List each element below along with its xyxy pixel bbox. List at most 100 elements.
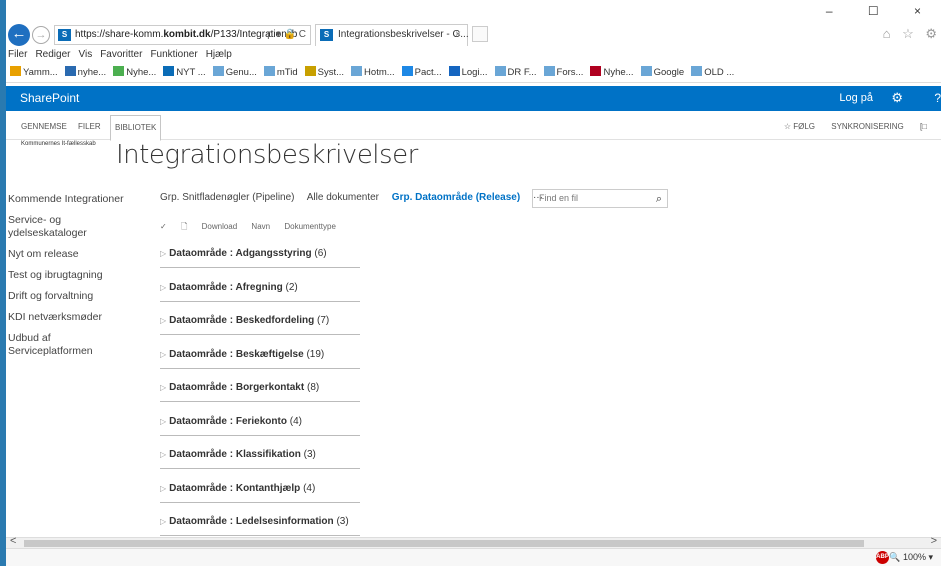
column-download[interactable]: Download: [202, 222, 238, 231]
group-header[interactable]: ▷ Dataområde : Feriekonto (4): [160, 416, 360, 427]
expand-arrow-icon[interactable]: ▷: [160, 450, 166, 459]
view-pipeline[interactable]: Grp. Snitfladenøgler (Pipeline): [160, 192, 295, 203]
favorite-link[interactable]: Pact...: [401, 66, 442, 78]
expand-arrow-icon[interactable]: ▷: [160, 517, 166, 526]
group-row[interactable]: ▷ Dataområde : Afregning (2): [160, 282, 360, 316]
group-row[interactable]: ▷ Dataområde : Feriekonto (4): [160, 416, 360, 450]
nav-item[interactable]: Kommende Integrationer: [6, 193, 136, 206]
tab-filer[interactable]: FILER: [78, 122, 101, 131]
forward-arrow-icon[interactable]: →: [32, 26, 50, 44]
favorite-link[interactable]: nyhe...: [64, 66, 106, 78]
favorite-link[interactable]: OLD ...: [691, 66, 734, 78]
menu-bar: Filer Rediger Vis Favoritter Funktioner Hjælp: [6, 46, 941, 63]
scroll-thumb[interactable]: [24, 540, 864, 547]
group-divider: [160, 434, 360, 436]
horizontal-scrollbar[interactable]: < >: [6, 535, 941, 548]
group-header[interactable]: ▷ Dataområde : Kontanthjælp (4): [160, 483, 360, 494]
address-bar[interactable]: S https://share-komm.kombit.dk/P133/Inte…: [54, 25, 311, 45]
follow-button[interactable]: ☆ FØLG: [784, 122, 815, 131]
sharepoint-brand[interactable]: SharePoint: [20, 91, 79, 105]
scroll-left-icon[interactable]: <: [10, 535, 16, 547]
group-header[interactable]: ▷ Dataområde : Beskæftigelse (19): [160, 349, 360, 360]
favorite-icon: [10, 66, 21, 76]
favorite-link[interactable]: Nyhe...: [113, 66, 156, 78]
expand-arrow-icon[interactable]: ▷: [160, 484, 166, 493]
login-link[interactable]: Log på: [839, 92, 873, 104]
group-header[interactable]: ▷ Dataområde : Afregning (2): [160, 282, 360, 293]
column-doc-type[interactable]: Dokumenttype: [284, 222, 336, 231]
search-icon[interactable]: ⌕: [656, 191, 662, 208]
nav-item[interactable]: Service- og ydelseskataloger: [6, 214, 136, 240]
group-row[interactable]: ▷ Dataområde : Borgerkontakt (8): [160, 382, 360, 416]
group-row[interactable]: ▷ Dataområde : Beskæftigelse (19): [160, 349, 360, 383]
tab-gennemse[interactable]: GENNEMSE: [21, 122, 67, 131]
favorite-link[interactable]: Nyhe...: [590, 66, 634, 78]
group-header[interactable]: ▷ Dataområde : Beskedfordeling (7): [160, 315, 360, 326]
site-name[interactable]: Kommunernes It-fællesskab: [21, 141, 96, 147]
group-title: Dataområde : Kontanthjælp: [169, 483, 300, 494]
favorite-link[interactable]: Google: [640, 66, 684, 78]
select-all-check-icon[interactable]: ✓: [160, 222, 167, 231]
favorite-link[interactable]: Yamm...: [10, 66, 58, 78]
column-headers: ✓ 🗋 Download Navn Dokumenttype: [160, 221, 348, 235]
group-name: Feriekonto: [235, 415, 287, 427]
menu-item-filer[interactable]: Filer: [8, 49, 27, 60]
address-tools[interactable]: ρ ▾ 🔒 C: [267, 26, 306, 44]
adblock-icon[interactable]: ABP: [876, 551, 889, 564]
expand-arrow-icon[interactable]: ▷: [160, 383, 166, 392]
expand-arrow-icon[interactable]: ▷: [160, 316, 166, 325]
nav-item[interactable]: Test og ibrugtagning: [6, 269, 136, 282]
menu-item-favoritter[interactable]: Favoritter: [100, 49, 142, 60]
nav-item[interactable]: Drift og forvaltning: [6, 290, 136, 303]
group-header[interactable]: ▷ Dataområde : Borgerkontakt (8): [160, 382, 360, 393]
back-arrow-icon[interactable]: ←: [8, 24, 30, 46]
expand-arrow-icon[interactable]: ▷: [160, 249, 166, 258]
favorite-link[interactable]: NYT ...: [163, 66, 206, 78]
favorite-link[interactable]: DR F...: [494, 66, 537, 78]
menu-item-vis[interactable]: Vis: [78, 49, 92, 60]
favorite-link[interactable]: Fors...: [543, 66, 583, 78]
nav-item[interactable]: KDI netværksmøder: [6, 311, 136, 324]
group-divider: [160, 334, 360, 335]
favorite-link[interactable]: mTid: [263, 66, 298, 78]
favorite-link[interactable]: Syst...: [304, 66, 344, 78]
group-row[interactable]: ▷ Dataområde : Beskedfordeling (7): [160, 315, 360, 349]
nav-item[interactable]: Udbud af Serviceplatformen: [6, 332, 136, 358]
favorite-link[interactable]: Logi...: [448, 66, 488, 78]
menu-item-funktioner[interactable]: Funktioner: [150, 49, 197, 60]
browser-tab[interactable]: S Integrationsbeskrivelser - G... ×: [315, 24, 469, 46]
sharepoint-tab-favicon-icon: S: [320, 29, 333, 41]
help-icon[interactable]: ?: [934, 91, 941, 105]
group-divider: [160, 501, 360, 503]
nav-item[interactable]: Nyt om release: [6, 248, 136, 261]
expand-arrow-icon[interactable]: ▷: [160, 350, 166, 359]
status-bar: ABP 🔍 100% ▾: [6, 548, 941, 566]
group-header[interactable]: ▷ Dataområde : Adgangsstyring (6): [160, 248, 360, 259]
expand-arrow-icon[interactable]: ▷: [160, 417, 166, 426]
search-input[interactable]: Find en fil ⌕: [532, 189, 668, 208]
group-header[interactable]: ▷ Dataområde : Ledelsesinformation (3): [160, 516, 360, 527]
group-row[interactable]: ▷ Dataområde : Klassifikation (3): [160, 449, 360, 483]
focus-icon[interactable]: [□: [920, 122, 927, 131]
window-controls[interactable]: – ☐ ×: [826, 4, 937, 18]
scroll-right-icon[interactable]: >: [931, 535, 937, 547]
tab-close-icon[interactable]: ×: [455, 25, 461, 45]
favorite-link[interactable]: Genu...: [212, 66, 257, 78]
group-row[interactable]: ▷ Dataområde : Adgangsstyring (6): [160, 248, 360, 282]
group-row[interactable]: ▷ Dataområde : Kontanthjælp (4): [160, 483, 360, 517]
zoom-level[interactable]: 🔍 100% ▾: [889, 552, 933, 563]
sync-button[interactable]: SYNKRONISERING: [831, 122, 903, 131]
tab-bibliotek[interactable]: BIBLIOTEK: [110, 115, 162, 141]
expand-arrow-icon[interactable]: ▷: [160, 283, 166, 292]
view-release-active[interactable]: Grp. Dataområde (Release): [392, 192, 520, 203]
view-selector: Grp. Snitfladenøgler (Pipeline) Alle dok…: [160, 192, 553, 203]
column-name[interactable]: Navn: [251, 222, 270, 231]
group-header[interactable]: ▷ Dataområde : Klassifikation (3): [160, 449, 360, 460]
browser-toolbar-icons[interactable]: ⌂ ☆ ⚙: [883, 26, 941, 42]
gear-icon[interactable]: ⚙: [891, 90, 903, 106]
new-tab-button[interactable]: [472, 26, 488, 42]
menu-item-rediger[interactable]: Rediger: [35, 49, 70, 60]
favorite-link[interactable]: Hotm...: [351, 66, 395, 78]
menu-item-hjælp[interactable]: Hjælp: [206, 49, 232, 60]
view-all-documents[interactable]: Alle dokumenter: [307, 192, 379, 203]
